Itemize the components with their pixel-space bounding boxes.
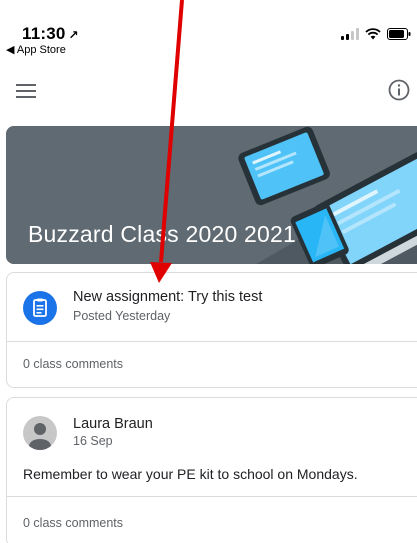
location-arrow-icon: ↗: [68, 28, 79, 42]
class-comments-link[interactable]: 0 class comments: [23, 357, 123, 371]
status-time: 11:30 ↗: [22, 24, 79, 44]
status-time-text: 11:30: [22, 24, 66, 43]
announcement-text: Remember to wear your PE kit to school o…: [23, 466, 358, 482]
class-title: Buzzard Class 2020 2021: [28, 221, 296, 247]
assignment-posted-time: Posted Yesterday: [73, 309, 171, 323]
status-icons: [341, 28, 411, 40]
assignment-card[interactable]: New assignment: Try this test Posted Yes…: [6, 272, 417, 388]
card-divider: [7, 341, 417, 342]
post-date: 16 Sep: [73, 434, 113, 448]
announcement-card[interactable]: Laura Braun 16 Sep Remember to wear your…: [6, 397, 417, 543]
author-name: Laura Braun: [73, 416, 153, 432]
back-to-app-store-link[interactable]: ◀ App Store: [6, 43, 66, 56]
cellular-signal-icon: [341, 28, 359, 40]
assignment-title[interactable]: New assignment: Try this test: [73, 289, 262, 305]
wifi-icon: [365, 28, 381, 40]
class-comments-link[interactable]: 0 class comments: [23, 516, 123, 530]
card-divider: [7, 496, 417, 497]
app-bar: [0, 70, 417, 110]
status-bar: 11:30 ↗ ◀ App Store: [0, 0, 417, 62]
assignment-icon: [23, 291, 57, 325]
hamburger-menu-icon[interactable]: [14, 80, 40, 102]
avatar: [23, 416, 57, 450]
info-icon[interactable]: [387, 78, 411, 102]
class-banner[interactable]: Buzzard Class 2020 2021: [6, 126, 417, 264]
battery-icon: [387, 28, 411, 40]
